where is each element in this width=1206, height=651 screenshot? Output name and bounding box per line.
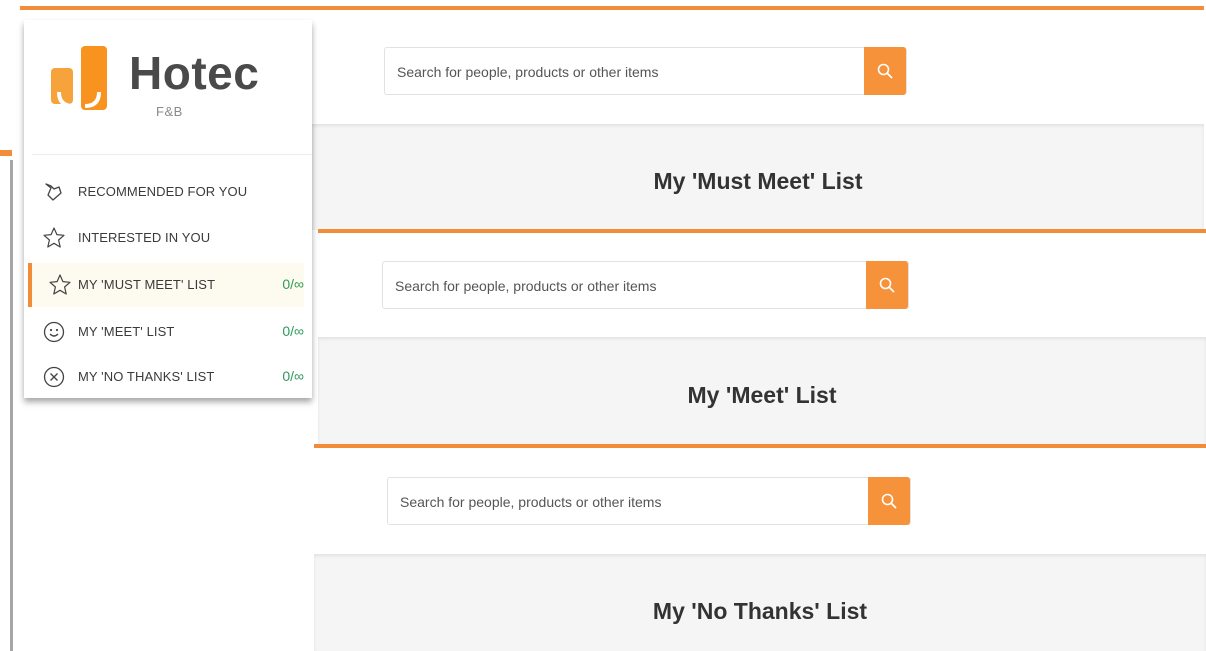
title-bar: My 'Meet' List bbox=[318, 337, 1206, 445]
sidebar-item-label: INTERESTED IN YOU bbox=[78, 230, 211, 245]
hotec-logo-icon bbox=[51, 46, 107, 110]
sidebar-item-interested[interactable]: INTERESTED IN YOU bbox=[28, 216, 304, 260]
star-icon bbox=[49, 274, 71, 295]
count-badge: 0/∞ bbox=[282, 276, 304, 292]
search-input[interactable] bbox=[388, 478, 882, 526]
brand-subtitle: F&B bbox=[156, 104, 183, 119]
search-icon bbox=[879, 277, 895, 293]
sidebar-item-meet[interactable]: MY 'MEET' LIST 0/∞ bbox=[28, 310, 304, 354]
count-badge: 0/∞ bbox=[282, 368, 304, 384]
sidebar: Hotec F&B RECOMMENDED FOR YOU INTERESTED… bbox=[24, 20, 312, 398]
search-box bbox=[382, 261, 909, 310]
sidebar-item-label: MY 'MEET' LIST bbox=[78, 324, 175, 339]
meet-panel: My 'Meet' List bbox=[318, 229, 1206, 445]
handshake-icon bbox=[45, 183, 62, 201]
page-title: My 'No Thanks' List bbox=[652, 598, 868, 624]
accent-tick bbox=[0, 150, 12, 156]
title-bar: My 'Must Meet' List bbox=[312, 124, 1204, 230]
star-icon bbox=[43, 227, 65, 248]
sidebar-item-no-thanks[interactable]: MY 'NO THANKS' LIST 0/∞ bbox=[28, 355, 304, 399]
sidebar-divider bbox=[32, 154, 312, 155]
search-input[interactable] bbox=[385, 48, 879, 96]
search-icon bbox=[877, 63, 893, 79]
close-circle-icon bbox=[43, 366, 65, 388]
sidebar-item-label: MY 'NO THANKS' LIST bbox=[78, 369, 215, 384]
smiley-icon bbox=[43, 321, 65, 343]
search-icon bbox=[881, 493, 897, 509]
search-button[interactable] bbox=[864, 47, 906, 95]
search-row bbox=[312, 10, 1204, 122]
search-row bbox=[318, 233, 1206, 337]
must-meet-panel: My 'Must Meet' List bbox=[20, 6, 1204, 232]
page-title: My 'Meet' List bbox=[687, 382, 837, 408]
sidebar-item-must-meet[interactable]: MY 'MUST MEET' LIST 0/∞ bbox=[28, 263, 304, 307]
no-thanks-panel: My 'No Thanks' List bbox=[314, 444, 1206, 651]
search-button[interactable] bbox=[868, 477, 910, 525]
sidebar-item-label: RECOMMENDED FOR YOU bbox=[78, 184, 248, 199]
sidebar-item-label: MY 'MUST MEET' LIST bbox=[78, 277, 216, 292]
count-badge: 0/∞ bbox=[282, 323, 304, 339]
search-box bbox=[384, 47, 907, 96]
search-input[interactable] bbox=[383, 262, 877, 310]
page-title: My 'Must Meet' List bbox=[653, 168, 863, 194]
sidebar-item-recommended[interactable]: RECOMMENDED FOR YOU bbox=[28, 170, 304, 214]
brand-name: Hotec bbox=[129, 47, 260, 99]
search-row bbox=[314, 448, 1206, 554]
title-bar: My 'No Thanks' List bbox=[314, 554, 1206, 651]
side-border bbox=[10, 160, 13, 651]
search-box bbox=[387, 477, 911, 526]
search-button[interactable] bbox=[866, 261, 908, 309]
